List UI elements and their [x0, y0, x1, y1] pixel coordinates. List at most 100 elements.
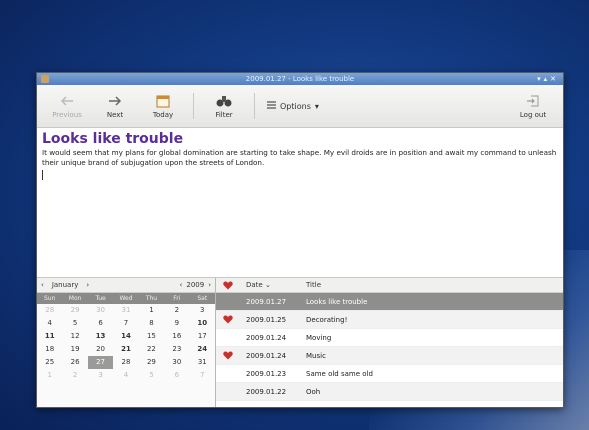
calendar-day[interactable]: 14 [113, 330, 138, 343]
arrow-left-icon [59, 94, 75, 108]
previous-button[interactable]: Previous [43, 87, 91, 125]
sort-arrow-icon: ⌄ [264, 281, 271, 289]
calendar-day[interactable]: 21 [113, 343, 138, 356]
today-button[interactable]: Today [139, 87, 187, 125]
list-icon [267, 101, 276, 111]
entry-row[interactable]: 2009.01.25 Decorating! [216, 311, 563, 329]
entry-row[interactable]: 2009.01.22 Ooh [216, 383, 563, 401]
weekday-label: Fri [173, 295, 181, 302]
month-selector: ‹ January › [41, 281, 180, 289]
filter-button[interactable]: Filter [200, 87, 248, 125]
options-label: Options [280, 101, 311, 111]
prev-year-button[interactable]: ‹ [180, 281, 183, 289]
options-menu-button[interactable]: Options ▾ [261, 101, 325, 111]
calendar-day[interactable]: 4 [37, 317, 62, 330]
year-label: 2009 [186, 281, 205, 289]
calendar-day[interactable]: 13 [88, 330, 113, 343]
calendar-day[interactable]: 31 [190, 356, 215, 369]
title-column-header[interactable]: Title [302, 281, 563, 289]
arrow-right-icon [107, 94, 123, 108]
calendar-days: 28 29 30 31 1 2 3 4 5 6 7 8 9 10 11 12 13 14 15 16 17 18 19 20 2… [37, 304, 215, 382]
calendar-day[interactable]: 23 [164, 343, 189, 356]
weekday-header: Sun Mon Tue Wed Thu Fri Sat [37, 293, 215, 304]
calendar-day[interactable]: 12 [62, 330, 87, 343]
calendar-day[interactable]: 7 [113, 317, 138, 330]
calendar-day[interactable]: 27 [87, 356, 114, 369]
weekday-label: Wed [119, 295, 133, 302]
title-bar: 2009.01.27 - Looks like trouble ▾▴✕ [37, 73, 563, 85]
calendar-day[interactable]: 26 [62, 356, 87, 369]
logout-button[interactable]: Log out [509, 87, 557, 125]
calendar-day[interactable]: 20 [88, 343, 113, 356]
calendar-day[interactable]: 4 [113, 369, 138, 382]
next-month-button[interactable]: › [86, 281, 89, 289]
date-column-header[interactable]: Date ⌄ [240, 281, 302, 289]
calendar-day[interactable]: 6 [164, 369, 189, 382]
calendar-day[interactable]: 1 [37, 369, 62, 382]
entry-title-cell: Ooh [306, 387, 321, 396]
calendar-day[interactable]: 3 [88, 369, 113, 382]
calendar-day[interactable]: 19 [62, 343, 87, 356]
calendar-day[interactable]: 5 [139, 369, 164, 382]
chevron-down-icon: ▾ [314, 101, 319, 111]
text-cursor [42, 170, 43, 180]
entry-row[interactable]: 2009.01.27 Looks like trouble [216, 293, 563, 311]
calendar-day[interactable]: 5 [62, 317, 87, 330]
entry-title-cell: Music [306, 351, 326, 360]
entry-title-cell: Looks like trouble [306, 297, 368, 306]
calendar-day[interactable]: 22 [139, 343, 164, 356]
list-rows: 2009.01.27 Looks like trouble 2009.01.25 De… [216, 293, 563, 401]
calendar-day[interactable]: 28 [113, 356, 138, 369]
calendar-day[interactable]: 17 [190, 330, 215, 343]
today-label: Today [152, 110, 174, 119]
calendar-day[interactable]: 2 [62, 369, 87, 382]
favorite-cell[interactable] [216, 351, 240, 360]
month-label: January [51, 281, 79, 289]
calendar-day[interactable]: 8 [139, 317, 164, 330]
calendar-day[interactable]: 31 [113, 304, 138, 317]
weekday-label: Tue [95, 295, 106, 302]
calendar-icon [155, 94, 171, 108]
favorite-cell[interactable] [216, 315, 240, 324]
calendar-day[interactable]: 28 [37, 304, 62, 317]
next-label: Next [106, 110, 124, 119]
next-year-button[interactable]: › [208, 281, 211, 289]
weekday-label: Thu [145, 295, 158, 302]
entry-row[interactable]: 2009.01.24 Moving [216, 329, 563, 347]
entry-list: Date ⌄ Title 2009.01.27 Looks like troubl… [216, 278, 563, 407]
list-header: Date ⌄ Title [216, 278, 563, 293]
calendar-day[interactable]: 29 [62, 304, 87, 317]
calendar-day[interactable]: 2 [164, 304, 189, 317]
entry-row[interactable]: 2009.01.24 Music [216, 347, 563, 365]
calendar-day[interactable]: 6 [88, 317, 113, 330]
calendar-day[interactable]: 30 [88, 304, 113, 317]
calendar-day[interactable]: 16 [164, 330, 189, 343]
calendar-day[interactable]: 30 [164, 356, 189, 369]
entry-title-cell: Same old same old [306, 369, 373, 378]
date-header-label: Date [246, 281, 263, 289]
window-controls[interactable]: ▾▴✕ [537, 73, 559, 85]
binoculars-icon [216, 94, 232, 108]
toolbar: Previous Next Today Filter Options ▾ Log… [37, 85, 563, 128]
previous-label: Previous [52, 110, 82, 119]
calendar-day[interactable]: 18 [37, 343, 62, 356]
calendar-day[interactable]: 24 [190, 343, 215, 356]
entry-date: 2009.01.23 [246, 369, 287, 378]
calendar-day[interactable]: 11 [37, 330, 62, 343]
prev-month-button[interactable]: ‹ [41, 281, 44, 289]
entry-row[interactable]: 2009.01.23 Same old same old [216, 365, 563, 383]
calendar-day[interactable]: 1 [139, 304, 164, 317]
calendar-day[interactable]: 15 [139, 330, 164, 343]
calendar-day[interactable]: 7 [190, 369, 215, 382]
favorite-column-header[interactable] [216, 281, 240, 290]
toolbar-separator [254, 93, 255, 119]
entry-editor[interactable]: Looks like trouble It would seem that my… [37, 128, 563, 278]
calendar-day[interactable]: 29 [139, 356, 164, 369]
entry-date: 2009.01.22 [246, 387, 287, 396]
calendar-day[interactable]: 10 [190, 317, 215, 330]
next-button[interactable]: Next [91, 87, 139, 125]
app-icon [41, 75, 49, 83]
calendar-day[interactable]: 3 [190, 304, 215, 317]
calendar-day[interactable]: 9 [164, 317, 189, 330]
calendar-day[interactable]: 25 [37, 356, 62, 369]
